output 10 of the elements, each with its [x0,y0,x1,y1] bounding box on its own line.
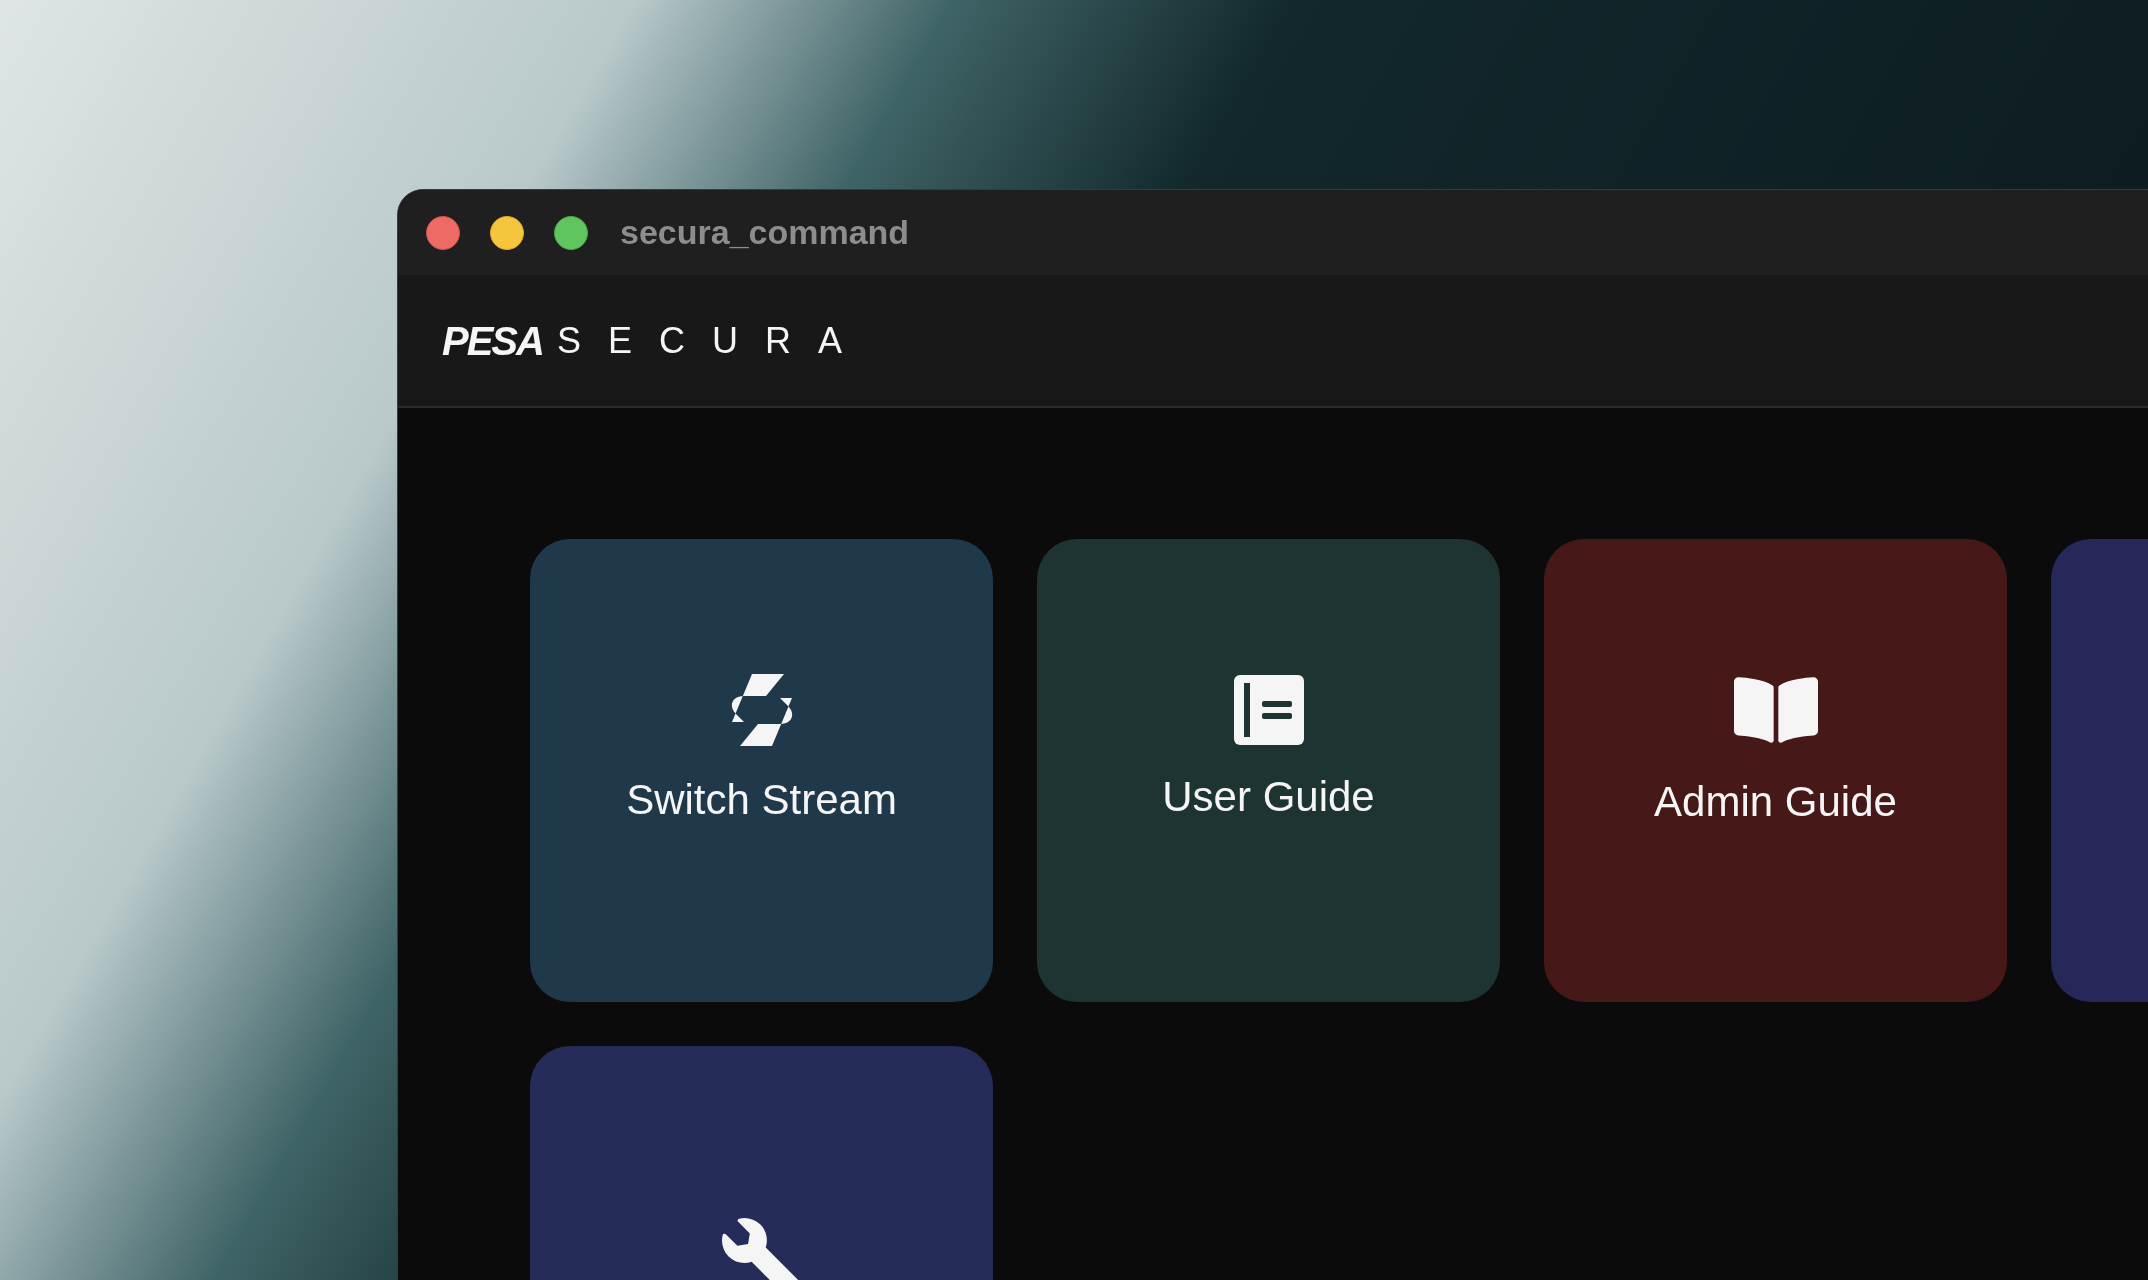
logo-text: SECURA [556,322,869,359]
window-title: secura_command [620,212,910,253]
launcher-tile[interactable]: Admin Guide [1544,539,2007,1002]
close-button[interactable] [426,215,460,250]
document-icon [1231,673,1306,747]
maximize-button[interactable] [554,215,588,250]
launcher-tile[interactable]: User Guide [1037,539,1500,1002]
logo-mark: PESA [442,320,543,361]
launcher-tile[interactable]: Switch Stream [530,539,993,1002]
minimize-button[interactable] [490,215,524,250]
